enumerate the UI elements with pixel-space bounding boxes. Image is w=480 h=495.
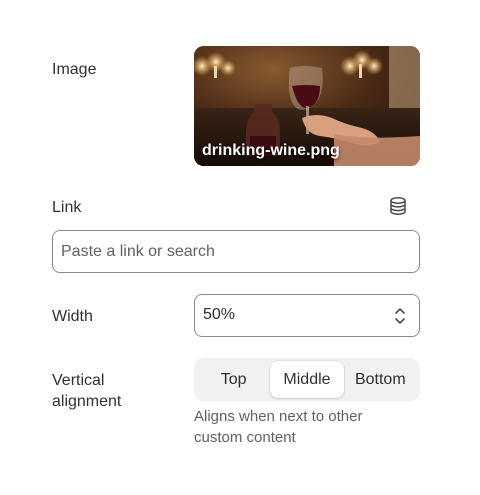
chevron-up-down-icon (393, 306, 407, 326)
alignment-option-top[interactable]: Top (197, 361, 270, 398)
link-input[interactable] (52, 230, 420, 273)
width-select[interactable]: 50% (194, 294, 420, 337)
alignment-option-bottom[interactable]: Bottom (344, 361, 417, 398)
vertical-alignment-label-line1: Vertical (52, 372, 105, 389)
vertical-alignment-help-text: Aligns when next to other custom content (194, 406, 394, 448)
vertical-alignment-label-line2: alignment (52, 393, 122, 410)
image-filename: drinking-wine.png (202, 142, 340, 159)
link-label: Link (52, 199, 82, 216)
vertical-alignment-segmented-control: Top Middle Bottom (194, 358, 420, 401)
help-text-line2: custom content (194, 429, 296, 446)
width-label: Width (52, 308, 93, 325)
vertical-alignment-label: Vertical alignment (52, 370, 121, 412)
alignment-option-middle[interactable]: Middle (270, 361, 344, 398)
database-icon[interactable] (388, 196, 408, 216)
help-text-line1: Aligns when next to other (194, 408, 363, 425)
image-thumbnail[interactable]: drinking-wine.png (194, 46, 420, 166)
image-label: Image (52, 61, 97, 78)
width-value: 50% (203, 306, 236, 323)
